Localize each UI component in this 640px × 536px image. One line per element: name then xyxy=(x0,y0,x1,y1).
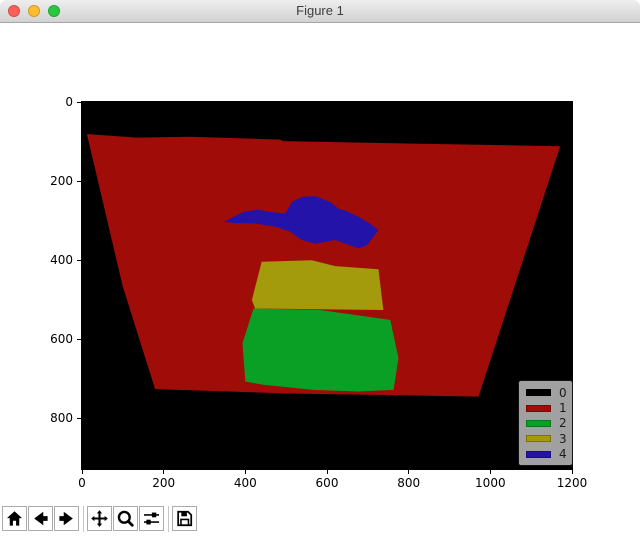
pan-icon xyxy=(90,509,109,528)
y-tick xyxy=(77,102,81,103)
x-tick xyxy=(163,470,164,474)
save-button[interactable] xyxy=(172,506,197,531)
home-button[interactable] xyxy=(2,506,27,531)
back-button[interactable] xyxy=(28,506,53,531)
y-tick xyxy=(77,260,81,261)
titlebar[interactable]: Figure 1 xyxy=(0,0,640,23)
x-tick-label: 200 xyxy=(134,475,194,491)
x-tick xyxy=(245,470,246,474)
legend-entry: 2 xyxy=(519,416,572,431)
toolbar-separator xyxy=(83,506,84,532)
forward-button[interactable] xyxy=(54,506,79,531)
x-tick xyxy=(408,470,409,474)
maximize-button[interactable] xyxy=(48,5,60,17)
back-icon xyxy=(31,509,50,528)
subplots-icon xyxy=(142,509,161,528)
y-tick-label: 600 xyxy=(29,331,73,347)
x-tick xyxy=(327,470,328,474)
legend-swatch xyxy=(526,420,551,427)
y-tick xyxy=(77,418,81,419)
save-icon xyxy=(175,509,194,528)
y-tick-label: 0 xyxy=(29,94,73,110)
y-tick-label: 400 xyxy=(29,252,73,268)
segmentation-image xyxy=(82,102,572,469)
figure-canvas: 0 200 400 600 800 1000 1200 0 200 400 600 800 0 1 2 3 4 xyxy=(0,23,640,502)
window-title: Figure 1 xyxy=(0,0,640,22)
x-tick-label: 0 xyxy=(52,475,112,491)
configure-subplots-button[interactable] xyxy=(139,506,164,531)
legend-label: 3 xyxy=(559,433,567,445)
legend-label: 1 xyxy=(559,402,567,414)
x-tick xyxy=(490,470,491,474)
home-icon xyxy=(5,509,24,528)
minimize-button[interactable] xyxy=(28,5,40,17)
zoom-button[interactable] xyxy=(113,506,138,531)
legend-entry: 1 xyxy=(519,400,572,415)
x-tick-label: 600 xyxy=(297,475,357,491)
y-tick-label: 200 xyxy=(29,173,73,189)
legend-swatch xyxy=(526,451,551,458)
close-button[interactable] xyxy=(8,5,20,17)
legend-entry: 4 xyxy=(519,447,572,462)
legend-swatch xyxy=(526,405,551,412)
x-tick-label: 1000 xyxy=(460,475,520,491)
pan-button[interactable] xyxy=(87,506,112,531)
legend-label: 0 xyxy=(559,387,567,399)
plot-area[interactable] xyxy=(81,101,573,470)
x-tick-label: 1200 xyxy=(542,475,602,491)
window-controls xyxy=(8,5,60,17)
x-tick xyxy=(572,470,573,474)
zoom-icon xyxy=(116,509,135,528)
y-tick-label: 800 xyxy=(29,410,73,426)
toolbar xyxy=(0,502,640,536)
x-tick xyxy=(82,470,83,474)
legend-entry: 0 xyxy=(519,385,572,400)
legend-swatch xyxy=(526,435,551,442)
legend-label: 2 xyxy=(559,417,567,429)
x-tick-label: 400 xyxy=(215,475,275,491)
legend: 0 1 2 3 4 xyxy=(518,380,573,466)
legend-swatch xyxy=(526,389,551,396)
y-tick xyxy=(77,339,81,340)
region-class-2 xyxy=(242,308,398,391)
legend-label: 4 xyxy=(559,448,567,460)
legend-entry: 3 xyxy=(519,431,572,446)
toolbar-separator xyxy=(168,506,169,532)
figure-window: Figure 1 0 200 400 600 800 1000 1200 0 200 400 600… xyxy=(0,0,640,536)
x-tick-label: 800 xyxy=(379,475,439,491)
forward-icon xyxy=(57,509,76,528)
y-tick xyxy=(77,181,81,182)
